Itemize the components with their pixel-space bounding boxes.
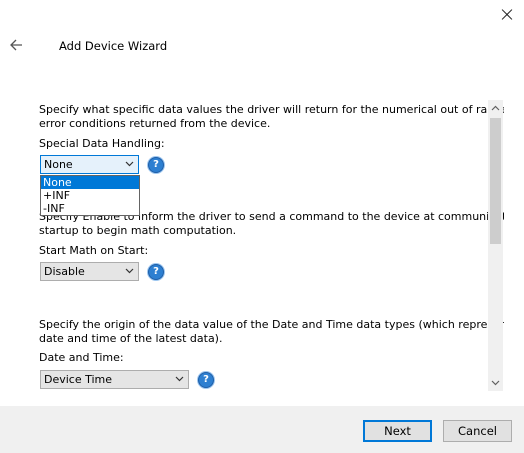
date-time-selected-value: Device Time [44, 373, 113, 386]
scroll-up-arrow-icon[interactable] [488, 100, 503, 116]
date-time-description-line1: Specify the origin of the data value of … [39, 318, 504, 331]
date-time-select[interactable]: Device Time [40, 370, 189, 389]
help-icon[interactable]: ? [198, 372, 214, 388]
back-arrow-icon[interactable] [6, 34, 28, 56]
dropdown-option-minus-inf[interactable]: -INF [41, 202, 139, 215]
content-panel: Specify what specific data values the dr… [26, 93, 504, 403]
help-icon[interactable]: ? [148, 157, 164, 173]
wizard-title: Add Device Wizard [59, 39, 168, 53]
chevron-down-icon [175, 376, 184, 382]
math-description-line2: startup to begin math computation. [39, 224, 237, 237]
special-data-label: Special Data Handling: [39, 137, 165, 150]
help-icon[interactable]: ? [148, 264, 164, 280]
dropdown-option-none[interactable]: None [41, 176, 139, 189]
math-on-start-select[interactable]: Disable [40, 262, 139, 281]
close-icon[interactable] [494, 2, 520, 28]
cancel-button[interactable]: Cancel [443, 420, 512, 442]
special-data-description-line2: error conditions returned from the devic… [39, 117, 271, 130]
special-data-selected-value: None [44, 158, 73, 171]
vertical-scrollbar[interactable] [488, 100, 503, 391]
date-time-description-line2: date and time of the latest data). [39, 332, 223, 345]
math-on-start-selected-value: Disable [44, 265, 85, 278]
special-data-dropdown-list: None +INF -INF [40, 175, 140, 216]
chevron-down-icon [125, 268, 134, 274]
scroll-down-arrow-icon[interactable] [488, 375, 503, 391]
dropdown-option-plus-inf[interactable]: +INF [41, 189, 139, 202]
chevron-down-icon [125, 161, 134, 167]
date-time-label: Date and Time: [39, 351, 124, 364]
special-data-select[interactable]: None [40, 155, 139, 174]
math-on-start-label: Start Math on Start: [39, 244, 149, 257]
next-button[interactable]: Next [363, 420, 432, 442]
scrollbar-thumb[interactable] [490, 118, 501, 244]
special-data-description-line1: Specify what specific data values the dr… [39, 103, 504, 116]
